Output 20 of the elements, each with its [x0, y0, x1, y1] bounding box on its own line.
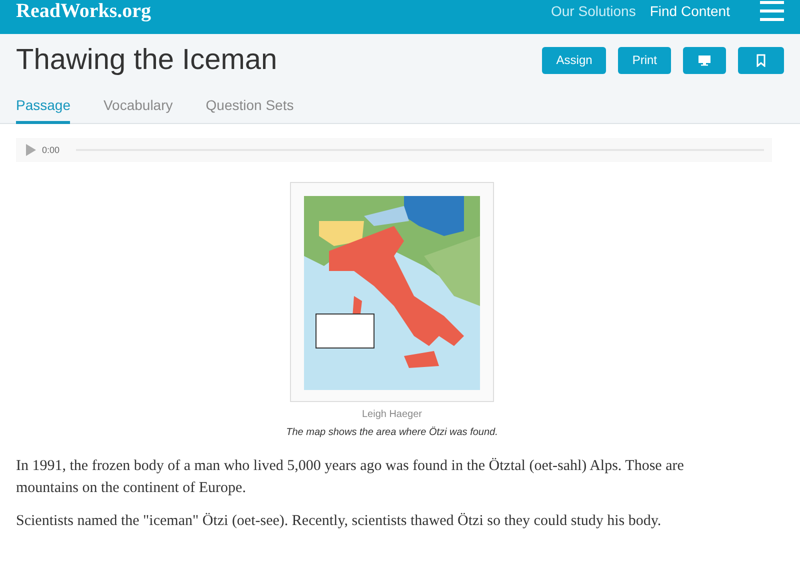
- audio-time: 0:00: [42, 145, 60, 155]
- action-button[interactable]: Assign: [542, 46, 606, 74]
- menu-icon[interactable]: [760, 1, 784, 21]
- tab[interactable]: Passage: [16, 86, 70, 124]
- image-credit: Leigh Haeger: [362, 409, 422, 420]
- nav-link[interactable]: Find Content: [650, 3, 730, 19]
- image-caption: The map shows the area where Ötzi was found.: [286, 427, 498, 438]
- tab[interactable]: Question Sets: [206, 86, 294, 124]
- action-button[interactable]: Print: [618, 46, 671, 74]
- monitor-icon: [698, 54, 711, 66]
- page-title: Thawing the Iceman: [16, 44, 278, 76]
- passage-paragraph: Scientists named the "iceman" Ötzi (oet-see). Recently, scientists thawed Ötzi so they could study his body.: [16, 512, 662, 531]
- tab[interactable]: Vocabulary: [103, 86, 173, 124]
- passage-paragraph: In 1991, the frozen body of a man who lived 5,000 years ago was found in the Ötztal (oet-sahl) Alps. Those are mountains on the continent of Europe.: [16, 457, 685, 498]
- bookmark-button[interactable]: [738, 46, 784, 74]
- nav-link[interactable]: Our Solutions: [551, 3, 636, 19]
- monitor-button[interactable]: [683, 46, 726, 74]
- logo[interactable]: ReadWorks.org: [16, 0, 151, 22]
- bookmark-icon: [756, 54, 766, 66]
- play-icon[interactable]: [26, 144, 36, 156]
